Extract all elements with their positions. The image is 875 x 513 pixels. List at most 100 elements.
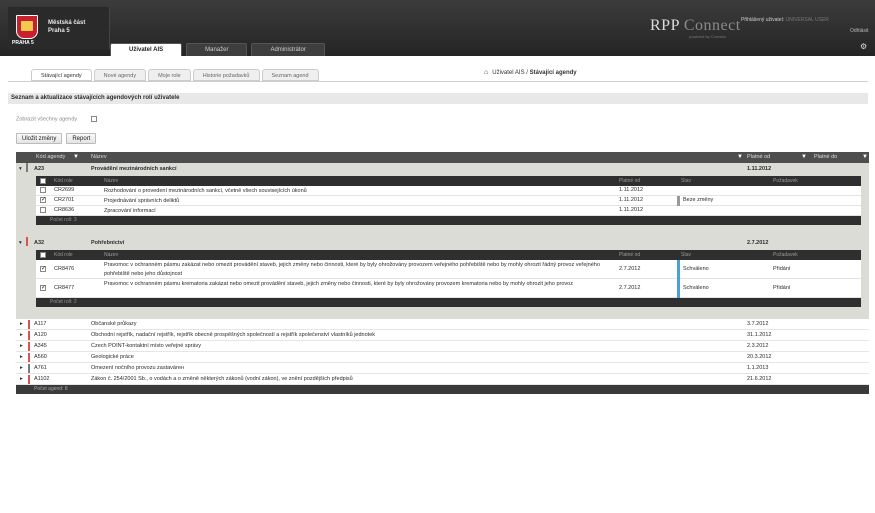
crest-logo-icon — [16, 15, 38, 39]
col-header-valid_from[interactable]: Platné od — [619, 176, 640, 186]
agenda-rows: ▸ A117 Občanské průkazy 3.7.2012 ▸ A120 Obchod… — [16, 319, 869, 385]
section-title: Seznam a aktualizace stávajících agendov… — [8, 93, 868, 104]
expand-icon[interactable]: ▸ — [20, 374, 23, 385]
col-header-valid-from[interactable]: Platné od — [747, 152, 770, 163]
tab-historie-pozadavku[interactable]: Historie požadavků — [192, 69, 260, 81]
agenda-row[interactable]: ▸ A560 Geologické práce 20.3.2012 — [16, 352, 869, 363]
group-row[interactable]: ▾ A32 Pohřebnictví 2.7.2012 — [16, 237, 869, 250]
role-checkbox[interactable]: ✓ — [40, 284, 46, 291]
group-row[interactable]: ▾ A23 Provádění mezinárodních sankcí 1.11.2… — [16, 163, 869, 176]
agenda-row[interactable]: ▸ A1102 Zákon č. 254/2001 Sb., o vodách a … — [16, 374, 869, 385]
tab-uzivatel-ais[interactable]: Uživatel AIS — [110, 43, 183, 56]
logo-area: PRAHA 5 Městská část Praha 5 — [8, 7, 110, 49]
expand-icon[interactable]: ▾ — [19, 237, 22, 250]
role-request: Přidání — [773, 265, 791, 272]
role-date: 1.11.2012 — [619, 207, 644, 213]
role-name: Projednávání správních deliktů — [104, 198, 180, 204]
tab-nove-agendy[interactable]: Nové agendy — [93, 69, 147, 81]
col-header-name[interactable]: Název — [104, 250, 118, 260]
top-bar: PRAHA 5 Městská část Praha 5 Uživatel AIS… — [0, 0, 875, 56]
status-marker — [28, 375, 30, 384]
group-code: A23 — [34, 166, 45, 172]
role-name: Pravomoc v ochranném pásmu krematoria za… — [104, 281, 573, 287]
role-code: CR8476 — [54, 265, 75, 272]
show-all-checkbox[interactable] — [91, 116, 98, 122]
agenda-row[interactable]: ▸ A761 Omezení nočního provozu zastavárен 1… — [16, 363, 869, 374]
role-row: ✓ CR8477 Pravomoc v ochranném pásmu kremat… — [36, 279, 861, 298]
tab-stavajici-agendy[interactable]: Stávající agendy — [31, 69, 92, 81]
agenda-row[interactable]: ▸ A345 Czech POINT-kontaktní místo veřejné… — [16, 341, 869, 352]
gear-icon[interactable]: ⚙ — [860, 42, 867, 51]
tab-manazer[interactable]: Manažer — [186, 43, 248, 56]
col-header-request[interactable]: Požadavek — [773, 176, 798, 186]
col-header-status[interactable]: Stav — [681, 250, 691, 260]
group-name: Provádění mezinárodních sankcí — [91, 166, 177, 172]
agenda-name: Zákon č. 254/2001 Sb., o vodách a o změn… — [91, 376, 353, 382]
status-marker — [28, 364, 30, 373]
tab-moje-role[interactable]: Moje role — [148, 69, 191, 81]
group-date: 1.11.2012 — [747, 166, 772, 172]
role-request: Přidání — [773, 284, 791, 291]
agenda-code: A120 — [34, 332, 47, 338]
expand-icon[interactable]: ▸ — [20, 352, 23, 363]
tab-seznam-agend[interactable]: Seznam agend — [261, 69, 319, 81]
home-icon[interactable]: ⌂ — [484, 69, 488, 76]
role-checkbox[interactable] — [40, 207, 46, 213]
report-button[interactable]: Report — [66, 133, 97, 144]
breadcrumb-root[interactable]: Uživatel AIS — [492, 70, 524, 76]
agenda-code: A1102 — [34, 376, 50, 382]
breadcrumb: ⌂ Uživatel AIS / Stávající agendy — [484, 69, 577, 76]
agenda-code: A345 — [34, 343, 47, 349]
agenda-date: 31.1.2012 — [747, 332, 772, 338]
col-header-code[interactable]: Kód role — [54, 176, 73, 186]
roles-footer: Počet rolí: 3 — [36, 216, 861, 225]
col-header-valid-to[interactable]: Platné do — [814, 152, 837, 163]
filter-icon[interactable]: ▼ — [801, 152, 807, 163]
col-header-request[interactable]: Požadavek — [773, 250, 798, 260]
brand-subtitle: powered by Comstar — [689, 34, 726, 39]
agenda-name: Omezení nočního provozu zastavárен — [91, 365, 184, 371]
agenda-row[interactable]: ▸ A120 Obchodní rejstřík, nadační rejstřík… — [16, 330, 869, 341]
role-checkbox[interactable]: ✓ — [40, 265, 46, 272]
col-header-valid_from[interactable]: Platné od — [619, 250, 640, 260]
tab-divider — [8, 81, 868, 82]
tab-administrator[interactable]: Administrátor — [251, 43, 325, 56]
grid-header: Kód agendy ▼ Název ▼ Platné od ▼ Platné … — [16, 152, 869, 163]
expand-icon[interactable]: ▸ — [20, 363, 23, 374]
expand-icon[interactable]: ▸ — [20, 330, 23, 341]
brand-connect: Connect — [683, 17, 741, 34]
group-date: 2.7.2012 — [747, 240, 769, 246]
col-header-name[interactable]: Název — [104, 176, 118, 186]
col-header-code[interactable]: Kód agendy — [36, 152, 65, 163]
col-header-status[interactable]: Stav — [681, 176, 691, 186]
user-info: Přihlášený uživatel: UNIVERSAL USER — [741, 17, 829, 23]
expand-icon[interactable]: ▸ — [20, 319, 23, 330]
organization-name: Městská část Praha 5 — [48, 19, 85, 35]
group-name: Pohřebnictví — [91, 240, 125, 246]
role-row: CR8636 Zpracování informací 1.11.2012 — [36, 206, 861, 216]
agenda-name: Geologické práce — [91, 354, 134, 360]
agenda-row[interactable]: ▸ A117 Občanské průkazy 3.7.2012 — [16, 319, 869, 330]
select-all-checkbox[interactable] — [40, 178, 46, 184]
role-status: Beze změny — [683, 197, 714, 203]
expand-icon[interactable]: ▾ — [19, 163, 22, 176]
agenda-date: 3.7.2012 — [747, 321, 769, 327]
filter-icon[interactable]: ▼ — [862, 152, 868, 163]
agenda-groups: ▾ A23 Provádění mezinárodních sankcí 1.11.2… — [16, 163, 869, 319]
brand-logo: RPP Connect — [650, 17, 741, 35]
role-checkbox[interactable]: ✓ — [40, 197, 46, 203]
status-bar — [677, 279, 680, 298]
col-header-code[interactable]: Kód role — [54, 250, 73, 260]
role-checkbox[interactable] — [40, 187, 46, 193]
expand-icon[interactable]: ▸ — [20, 341, 23, 352]
show-all-label: Zobrazit všechny agendy — [16, 116, 78, 123]
logout-link[interactable]: Odhlásit — [850, 28, 868, 34]
org-line-2: Praha 5 — [48, 28, 70, 34]
select-all-checkbox[interactable] — [40, 252, 46, 258]
save-button[interactable]: Uložit změny — [16, 133, 63, 144]
col-header-name[interactable]: Název — [91, 152, 107, 163]
sub-tabs: Stávající agendy Nové agendy Moje role H… — [31, 69, 319, 81]
filter-icon[interactable]: ▼ — [737, 152, 743, 163]
filter-icon[interactable]: ▼ — [73, 152, 79, 163]
